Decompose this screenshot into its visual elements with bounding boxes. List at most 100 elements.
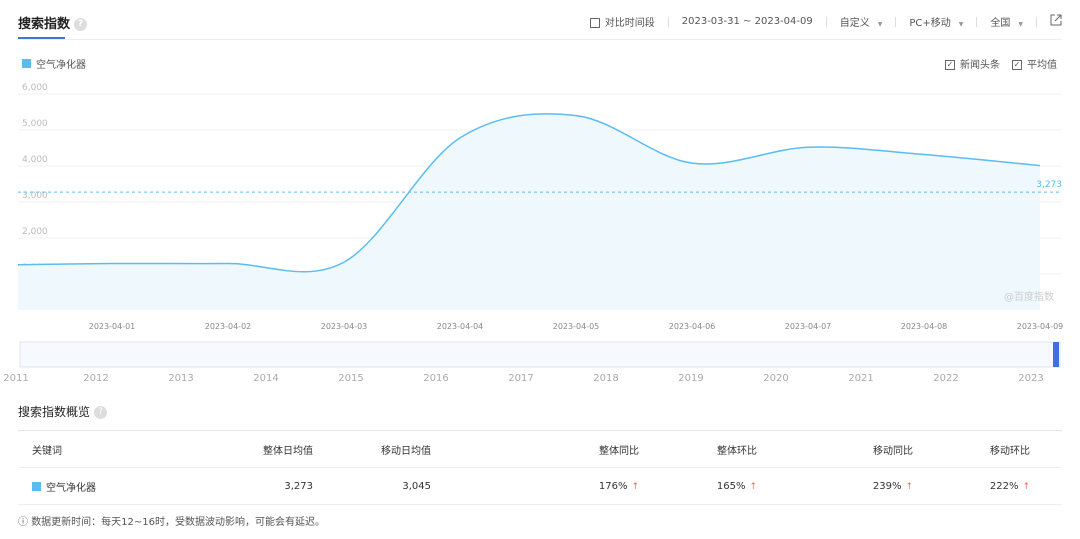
overview-table: 关键词 整体日均值 移动日均值 整体同比 整体环比 移动同比 移动环比 空气净化… <box>18 430 1062 505</box>
legend-item[interactable]: 空气净化器 <box>22 56 86 71</box>
overview-title: 搜索指数概览? <box>18 403 108 420</box>
watermark: @百度指数 <box>1004 290 1054 303</box>
arrow-up-icon: ↑ <box>631 481 639 492</box>
year-label: 2021 <box>848 373 873 384</box>
mobile-avg-value: 3,045 <box>313 467 431 505</box>
col-mobile-mom: 移动环比 <box>913 430 1062 468</box>
legend-label: 空气净化器 <box>36 60 86 71</box>
overall-avg-value: 3,273 <box>178 467 313 505</box>
update-note: ⓘ 数据更新时间：每天12~16时，受数据波动影响，可能会有延迟。 <box>18 513 325 528</box>
caret-down-icon: ▼ <box>958 21 964 28</box>
year-label: 2014 <box>253 373 278 384</box>
x-tick-label: 2023-04-04 <box>437 322 484 331</box>
news-label: 新闻头条 <box>960 60 1000 71</box>
legend-swatch <box>22 59 31 68</box>
year-label: 2016 <box>423 373 448 384</box>
separator <box>825 16 827 27</box>
page-title[interactable]: 搜索指数? <box>18 13 88 32</box>
mobile-mom-value: 222% <box>989 480 1019 492</box>
timeline-track <box>19 341 1061 368</box>
x-tick-label: 2023-04-01 <box>89 322 136 331</box>
note-text: 数据更新时间：每天12~16时，受数据波动影响，可能会有延迟。 <box>31 517 326 528</box>
caret-down-icon: ▼ <box>1018 21 1023 28</box>
date-range-picker[interactable]: 2023-03-31 ~ 2023-04-09 <box>682 16 813 27</box>
average-label: 平均值 <box>1027 60 1057 71</box>
period-label: 自定义 <box>839 18 870 29</box>
overall-yoy-value: 176% <box>598 480 628 492</box>
average-label: 3,273 <box>1036 180 1062 190</box>
arrow-up-icon: ↑ <box>749 481 757 492</box>
separator <box>667 16 669 27</box>
year-label: 2020 <box>763 373 788 384</box>
region-dropdown[interactable]: 全国 ▼ <box>990 14 1023 29</box>
col-keyword: 关键词 <box>18 430 178 468</box>
title-text: 搜索指数 <box>18 17 71 32</box>
x-tick-label: 2023-04-09 <box>1017 322 1064 331</box>
mobile-yoy-cell: 239% ↑ <box>757 467 913 505</box>
col-overall-avg: 整体日均值 <box>178 430 313 468</box>
period-dropdown[interactable]: 自定义 ▼ <box>840 14 883 29</box>
trend-chart[interactable]: 1,0002,0003,0004,0005,0006,0003,273@百度指数… <box>0 80 1080 340</box>
keyword-text: 空气净化器 <box>46 482 96 494</box>
check-icon: ✓ <box>945 60 955 70</box>
year-label: 2018 <box>593 373 618 384</box>
overall-mom-cell: 165% ↑ <box>639 467 757 505</box>
separator <box>895 16 897 27</box>
external-link-icon[interactable] <box>1050 14 1062 29</box>
help-icon[interactable]: ? <box>94 406 108 419</box>
x-tick-label: 2023-04-08 <box>901 322 948 331</box>
x-tick-label: 2023-04-03 <box>321 322 368 331</box>
table-row: 空气净化器 3,273 3,045 176% ↑ 165% ↑ 239% ↑ 222%… <box>18 467 1062 505</box>
y-tick-label: 2,000 <box>22 227 48 237</box>
y-tick-label: 4,000 <box>22 155 48 165</box>
device-label: PC+移动 <box>909 18 951 29</box>
chart-options: ✓ 新闻头条 ✓ 平均值 <box>945 56 1057 71</box>
x-tick-label: 2023-04-05 <box>553 322 600 331</box>
compare-label: 对比时间段 <box>604 18 655 29</box>
info-icon: ⓘ <box>18 517 32 528</box>
region-label: 全国 <box>990 18 1011 29</box>
keyword-swatch <box>32 481 41 491</box>
overview-title-text: 搜索指数概览 <box>18 405 91 419</box>
table-header: 关键词 整体日均值 移动日均值 整体同比 整体环比 移动同比 移动环比 <box>18 430 1062 468</box>
timeline-slider[interactable]: 2011 2012 2013 2014 2015 2016 2017 2018 2019 2020… <box>0 340 1080 390</box>
series-area <box>18 113 1040 310</box>
x-tick-label: 2023-04-07 <box>785 322 832 331</box>
year-label: 2015 <box>338 373 363 384</box>
overall-yoy-cell: 176% ↑ <box>431 467 639 505</box>
arrow-up-icon: ↑ <box>1022 481 1030 492</box>
year-label: 2022 <box>933 373 958 384</box>
year-label: 2011 <box>3 373 28 384</box>
mobile-mom-cell: 222% ↑ <box>913 467 1062 505</box>
y-tick-label: 5,000 <box>22 119 48 129</box>
checkbox-icon <box>589 18 600 28</box>
year-label: 2017 <box>508 373 533 384</box>
mobile-yoy-value: 239% <box>872 480 902 492</box>
year-label: 2013 <box>168 373 193 384</box>
help-icon[interactable]: ? <box>74 18 88 31</box>
average-checkbox[interactable]: ✓ 平均值 <box>1012 56 1057 71</box>
check-icon: ✓ <box>1012 60 1022 70</box>
separator <box>976 16 978 27</box>
col-mobile-yoy: 移动同比 <box>757 430 913 468</box>
x-tick-label: 2023-04-06 <box>669 322 716 331</box>
year-label: 2023 <box>1018 373 1043 384</box>
timeline-handle[interactable] <box>1053 342 1059 367</box>
separator <box>1036 16 1037 27</box>
y-tick-label: 6,000 <box>22 83 48 93</box>
col-overall-mom: 整体环比 <box>639 430 757 468</box>
keyword-cell: 空气净化器 <box>18 467 178 505</box>
toolbar: 对比时间段 2023-03-31 ~ 2023-04-09 自定义 ▼ PC+移动… <box>589 14 1062 29</box>
caret-down-icon: ▼ <box>877 21 883 28</box>
divider <box>18 39 1062 40</box>
compare-checkbox[interactable]: 对比时间段 <box>589 14 655 29</box>
col-mobile-avg: 移动日均值 <box>313 430 431 468</box>
col-overall-yoy: 整体同比 <box>431 430 639 468</box>
arrow-up-icon: ↑ <box>905 481 913 492</box>
x-tick-label: 2023-04-02 <box>205 322 252 331</box>
year-label: 2019 <box>678 373 703 384</box>
device-dropdown[interactable]: PC+移动 ▼ <box>909 14 963 29</box>
year-label: 2012 <box>83 373 108 384</box>
news-checkbox[interactable]: ✓ 新闻头条 <box>945 56 1000 71</box>
overall-mom-value: 165% <box>716 480 746 492</box>
